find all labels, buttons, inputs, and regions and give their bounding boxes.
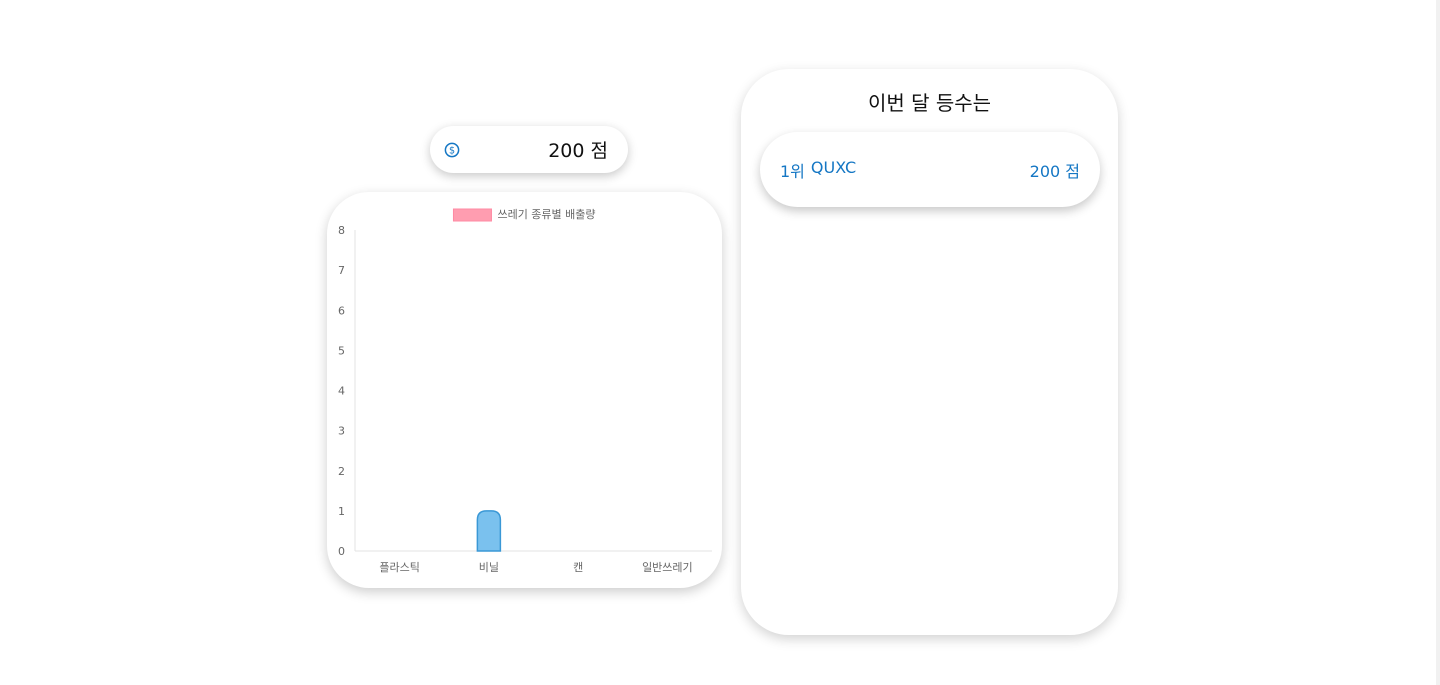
legend-swatch[interactable] xyxy=(452,208,492,222)
ranking-score: 200 점 xyxy=(1029,161,1080,181)
x-tick-label: 비닐 xyxy=(479,561,499,574)
points-badge: $ 200 점 xyxy=(430,126,628,173)
page-scrollbar[interactable] xyxy=(1436,0,1440,685)
y-tick-label: 2 xyxy=(338,465,345,478)
waste-bar-chart: 쓰레기 종류별 배출량 0 1 2 3 4 5 6 7 8 플라스틱 비닐 캔 일반쓰레기 xyxy=(338,208,712,574)
y-tick-label: 3 xyxy=(338,425,345,438)
points-value: 200 점 xyxy=(548,140,608,162)
ranking-row[interactable]: 1위 QUXC 200 점 xyxy=(760,132,1100,207)
y-tick-label: 8 xyxy=(338,224,345,237)
y-tick-label: 6 xyxy=(338,304,345,317)
svg-text:$: $ xyxy=(449,145,455,156)
x-tick-label: 플라스틱 xyxy=(379,561,419,574)
ranking-card: 이번 달 등수는 1위 QUXC 200 점 xyxy=(741,69,1118,635)
bar-1[interactable] xyxy=(476,510,502,552)
x-tick-label: 일반쓰레기 xyxy=(642,560,693,574)
y-tick-label: 4 xyxy=(338,385,345,398)
waste-chart-card: 쓰레기 종류별 배출량 0 1 2 3 4 5 6 7 8 플라스틱 비닐 캔 일반쓰레기 xyxy=(327,192,722,588)
x-tick-label: 캔 xyxy=(573,561,583,574)
coin-icon: $ xyxy=(444,142,460,158)
y-tick-label: 0 xyxy=(338,545,345,558)
y-tick-label: 7 xyxy=(338,264,345,277)
y-tick-label: 5 xyxy=(338,344,345,357)
ranking-user-name: QUXC xyxy=(810,157,857,177)
ranking-position: 1위 xyxy=(780,161,805,181)
ranking-title: 이번 달 등수는 xyxy=(867,91,992,115)
legend-label: 쓰레기 종류별 배출량 xyxy=(497,208,595,221)
y-tick-label: 1 xyxy=(338,505,345,518)
